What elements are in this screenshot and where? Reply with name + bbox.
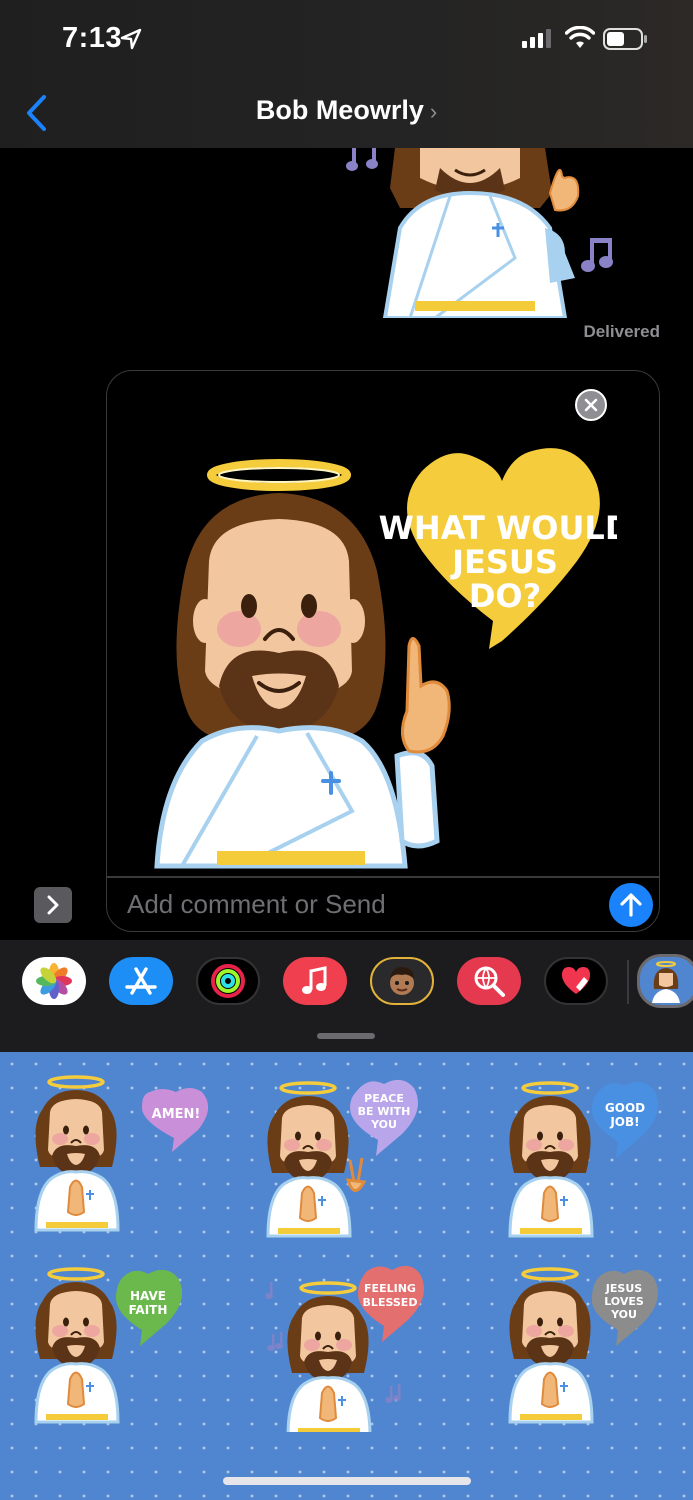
sticker-caption: BE WITH	[358, 1105, 411, 1118]
digital-touch-icon	[562, 967, 590, 994]
sticker-caption: JESUS	[605, 1282, 642, 1295]
location-arrow-icon	[120, 28, 142, 50]
web-search-app-button[interactable]	[457, 957, 521, 1005]
navigation-header: 7:13 Bob Meowrly ›	[0, 0, 693, 148]
sticker-caption: GOOD	[605, 1101, 645, 1115]
memoji-app-button[interactable]	[370, 957, 434, 1005]
expand-apps-button[interactable]	[34, 887, 72, 923]
remove-sticker-button[interactable]	[575, 389, 607, 421]
sticker-caption: YOU	[610, 1308, 637, 1321]
sticker-caption: PEACE	[364, 1092, 404, 1105]
sent-sticker-message[interactable]	[340, 148, 630, 318]
sent-jesus-sticker	[346, 148, 613, 318]
sticker-have-faith[interactable]: HAVE FAITH	[30, 1264, 210, 1434]
heart-speech-bubble: WHAT WOULD JESUS DO?	[379, 448, 617, 649]
chevron-right-icon	[47, 895, 59, 915]
compose-sticker-card: WHAT WOULD JESUS DO? Add comment or Send	[106, 370, 660, 932]
sticker-caption: FEELING	[364, 1282, 416, 1295]
app-store-app-button[interactable]	[109, 957, 173, 1005]
jesus-stickers-icon	[652, 961, 680, 1003]
music-app-button[interactable]	[283, 957, 347, 1005]
wifi-icon	[565, 26, 595, 48]
comment-input[interactable]: Add comment or Send	[127, 889, 386, 920]
photos-app-button[interactable]	[22, 957, 86, 1005]
web-search-icon	[474, 966, 505, 997]
arrow-up-icon	[620, 893, 642, 917]
sticker-good-job[interactable]: GOOD JOB!	[500, 1072, 680, 1242]
send-button[interactable]	[609, 883, 653, 927]
app-drawer-divider	[627, 960, 629, 1004]
app-store-icon	[125, 967, 157, 995]
sticker-caption: LOVES	[604, 1295, 644, 1308]
memoji-icon	[390, 967, 414, 995]
sticker-browser-panel: AMEN! PEACE BE WITH YOU GOOD JOB! HAVE F…	[0, 1052, 693, 1500]
contact-name[interactable]: Bob Meowrly ›	[0, 95, 693, 126]
sticker-caption: YOU	[370, 1118, 397, 1131]
staged-jesus-sticker: WHAT WOULD JESUS DO?	[154, 448, 617, 869]
contact-name-label: Bob Meowrly	[255, 95, 424, 125]
delivered-status: Delivered	[583, 322, 660, 341]
status-time: 7:13	[62, 22, 123, 54]
sticker-jesus-loves-you[interactable]: JESUS LOVES YOU	[500, 1264, 680, 1434]
home-indicator[interactable]	[223, 1477, 471, 1485]
activity-app-button[interactable]	[196, 957, 260, 1005]
activity-icon	[211, 964, 245, 998]
battery-icon	[603, 28, 647, 50]
digital-touch-app-button[interactable]	[544, 957, 608, 1005]
sticker-amen[interactable]: AMEN!	[30, 1072, 210, 1242]
sticker-peace-be-with-you[interactable]: PEACE BE WITH YOU	[258, 1072, 438, 1242]
cellular-signal-icon	[522, 29, 551, 48]
bubble-line-2: JESUS	[450, 543, 558, 581]
sticker-caption: HAVE	[130, 1289, 166, 1303]
sticker-caption: FAITH	[129, 1303, 168, 1317]
bubble-line-3: DO?	[469, 577, 541, 615]
sticker-feeling-blessed[interactable]: FEELING BLESSED	[262, 1262, 442, 1432]
sticker-caption: JOB!	[609, 1115, 639, 1129]
photos-icon	[36, 963, 72, 999]
sticker-caption: BLESSED	[363, 1296, 418, 1309]
close-icon	[584, 398, 598, 412]
drawer-grabber-handle[interactable]	[317, 1033, 375, 1039]
sticker-caption: AMEN!	[152, 1107, 201, 1122]
compose-divider	[107, 876, 659, 878]
jesus-stickers-app-button[interactable]	[637, 954, 693, 1008]
music-icon	[302, 966, 327, 994]
chevron-right-icon: ›	[429, 99, 438, 124]
bubble-line-1: WHAT WOULD	[379, 509, 617, 547]
imessage-app-drawer	[0, 940, 693, 1052]
